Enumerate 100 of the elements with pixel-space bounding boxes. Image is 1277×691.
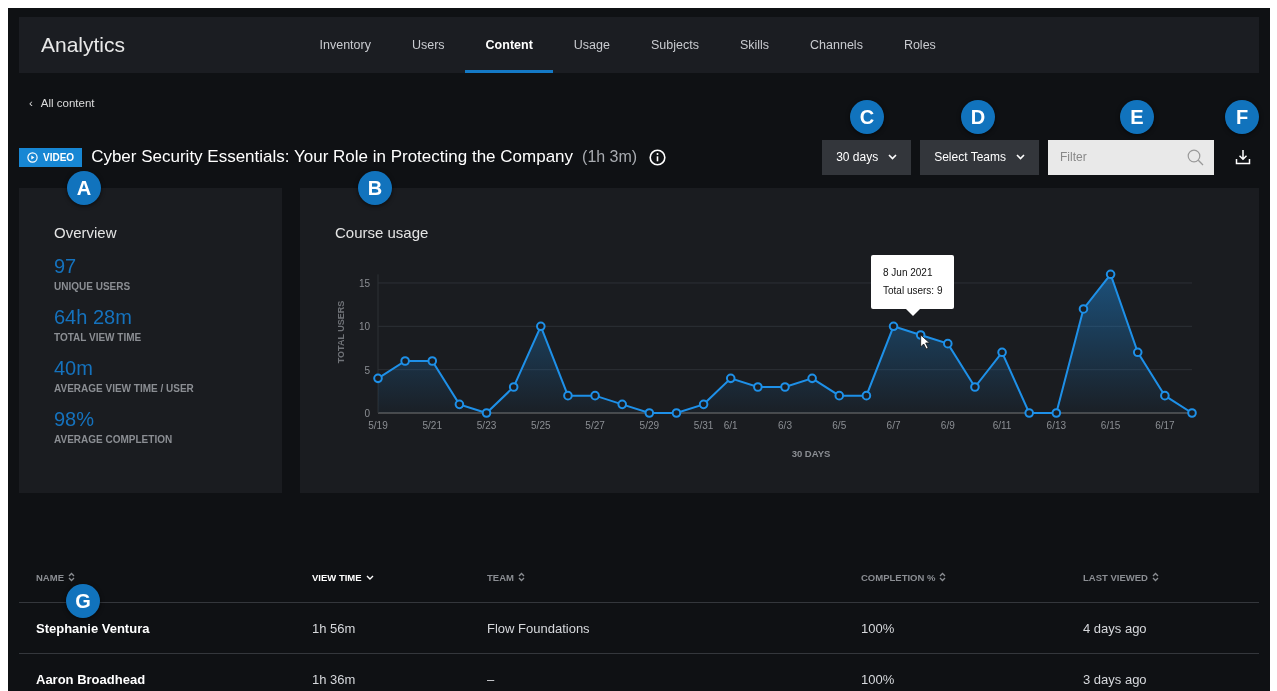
data-point	[617, 399, 627, 410]
data-point	[508, 382, 519, 392]
teams-dropdown[interactable]: Select Teams	[920, 139, 1039, 175]
y-tick-label: 15	[358, 277, 370, 289]
cursor-icon	[920, 334, 931, 350]
video-badge: VIDEO	[19, 147, 83, 167]
column-header[interactable]: LAST VIEWED	[1083, 571, 1259, 583]
stat-value: 97	[54, 255, 78, 278]
column-header[interactable]: TEAM	[487, 571, 861, 583]
x-tick-label: 5/25	[531, 420, 551, 431]
nav-tab[interactable]: Users	[391, 17, 466, 73]
x-tick-label: 6/7	[886, 420, 901, 431]
x-tick-label: 6/13	[1046, 420, 1067, 431]
nav-tab[interactable]: Channels	[789, 17, 884, 73]
nav-tab[interactable]: Skills	[719, 17, 790, 73]
callout-marker: C	[850, 100, 884, 134]
nav-tab[interactable]: Subjects	[630, 17, 720, 73]
stat-value: 98%	[54, 408, 96, 431]
data-point	[671, 408, 682, 418]
sort-icon	[939, 572, 947, 582]
data-point	[753, 382, 763, 392]
data-point	[563, 390, 573, 401]
data-point	[997, 347, 1007, 358]
x-tick-label: 5/23	[476, 420, 497, 431]
table-cell-text: –	[487, 671, 496, 687]
callout-marker: G	[66, 584, 100, 618]
data-point	[1024, 408, 1034, 418]
stat-label: AVERAGE COMPLETION	[54, 434, 174, 445]
y-axis-label: TOTAL USERS	[336, 300, 346, 364]
nav-tab[interactable]: Roles	[883, 17, 957, 73]
callout-marker: A	[67, 171, 101, 205]
filter-field[interactable]: Filter	[1048, 139, 1214, 175]
callout-marker: B	[358, 171, 392, 205]
chart-tooltip: 8 Jun 2021 Total users: 9	[871, 255, 955, 316]
callout-marker: D	[961, 100, 995, 134]
nav-tab[interactable]: Content	[465, 17, 554, 73]
stat-label: TOTAL VIEW TIME	[54, 332, 143, 343]
table-cell-text: 3 days ago	[1083, 671, 1148, 687]
nav-tab[interactable]: Inventory	[299, 17, 392, 73]
x-tick-label: 6/3	[778, 420, 792, 431]
x-tick-label: 6/15	[1100, 420, 1121, 431]
back-link[interactable]: ‹ All content	[29, 97, 95, 109]
data-point	[400, 356, 410, 366]
data-point	[427, 356, 438, 366]
chevron-down-icon	[365, 574, 374, 580]
stat-value: 40m	[54, 357, 94, 380]
table-cell-text: 4 days ago	[1083, 620, 1148, 636]
table-cell-text: Aaron Broadhead	[36, 671, 147, 687]
data-point	[943, 338, 953, 349]
x-tick-label: 6/11	[992, 420, 1012, 431]
callout-marker: E	[1120, 100, 1154, 134]
x-tick-label: 5/19	[368, 420, 388, 431]
x-tick-label: 5/31	[693, 420, 714, 431]
play-icon	[27, 151, 38, 163]
x-tick-label: 5/21	[422, 420, 442, 431]
data-point	[481, 408, 492, 418]
info-icon[interactable]	[649, 148, 667, 166]
data-point	[807, 373, 817, 384]
data-point	[1160, 390, 1170, 401]
data-point	[1078, 304, 1089, 314]
column-header[interactable]: VIEW TIME	[312, 571, 487, 583]
download-icon[interactable]	[1235, 149, 1251, 165]
data-point	[536, 321, 546, 332]
card-title: Course usage	[335, 224, 430, 241]
stat-value: 64h 28m	[54, 306, 133, 329]
data-point	[970, 382, 980, 392]
column-header[interactable]: COMPLETION %	[861, 571, 1083, 583]
nav-tab[interactable]: Usage	[553, 17, 631, 73]
data-point	[834, 390, 845, 401]
table-cell-text: 100%	[861, 620, 896, 636]
y-tick-label: 5	[364, 364, 370, 376]
table-cell-text: Stephanie Ventura	[36, 620, 151, 636]
stat-label: AVERAGE VIEW TIME / USER	[54, 383, 195, 394]
x-tick-label: 6/5	[832, 420, 847, 431]
data-point	[888, 321, 899, 332]
data-point	[590, 390, 600, 401]
sort-icon	[68, 572, 75, 582]
sort-icon	[517, 572, 525, 582]
data-point	[698, 399, 709, 410]
table-cell-text: Flow Foundations	[487, 620, 591, 636]
x-tick-label: 6/17	[1155, 420, 1175, 431]
y-tick-label: 10	[358, 321, 370, 333]
content-title: Cyber Security Essentials: Your Role in Protecting the Company	[91, 147, 574, 167]
table-cell-text: 1h 36m	[312, 671, 357, 687]
data-point	[1105, 269, 1116, 280]
x-tick-label: 6/9	[940, 420, 955, 431]
x-tick-label: 5/29	[639, 420, 660, 431]
sort-icon	[1151, 572, 1159, 582]
column-header[interactable]: NAME	[36, 571, 312, 583]
search-icon	[1187, 148, 1204, 166]
x-axis-label: 30 DAYS	[791, 448, 831, 459]
duration: (1h 3m)	[582, 148, 638, 166]
chevron-down-icon	[1016, 154, 1025, 160]
table-cell-text: 1h 56m	[312, 620, 357, 636]
chevron-down-icon	[888, 154, 898, 160]
y-tick-label: 0	[364, 408, 370, 419]
data-point	[725, 373, 736, 384]
data-point	[1051, 408, 1062, 418]
data-point	[1132, 347, 1143, 358]
period-dropdown[interactable]: 30 days	[822, 139, 912, 175]
